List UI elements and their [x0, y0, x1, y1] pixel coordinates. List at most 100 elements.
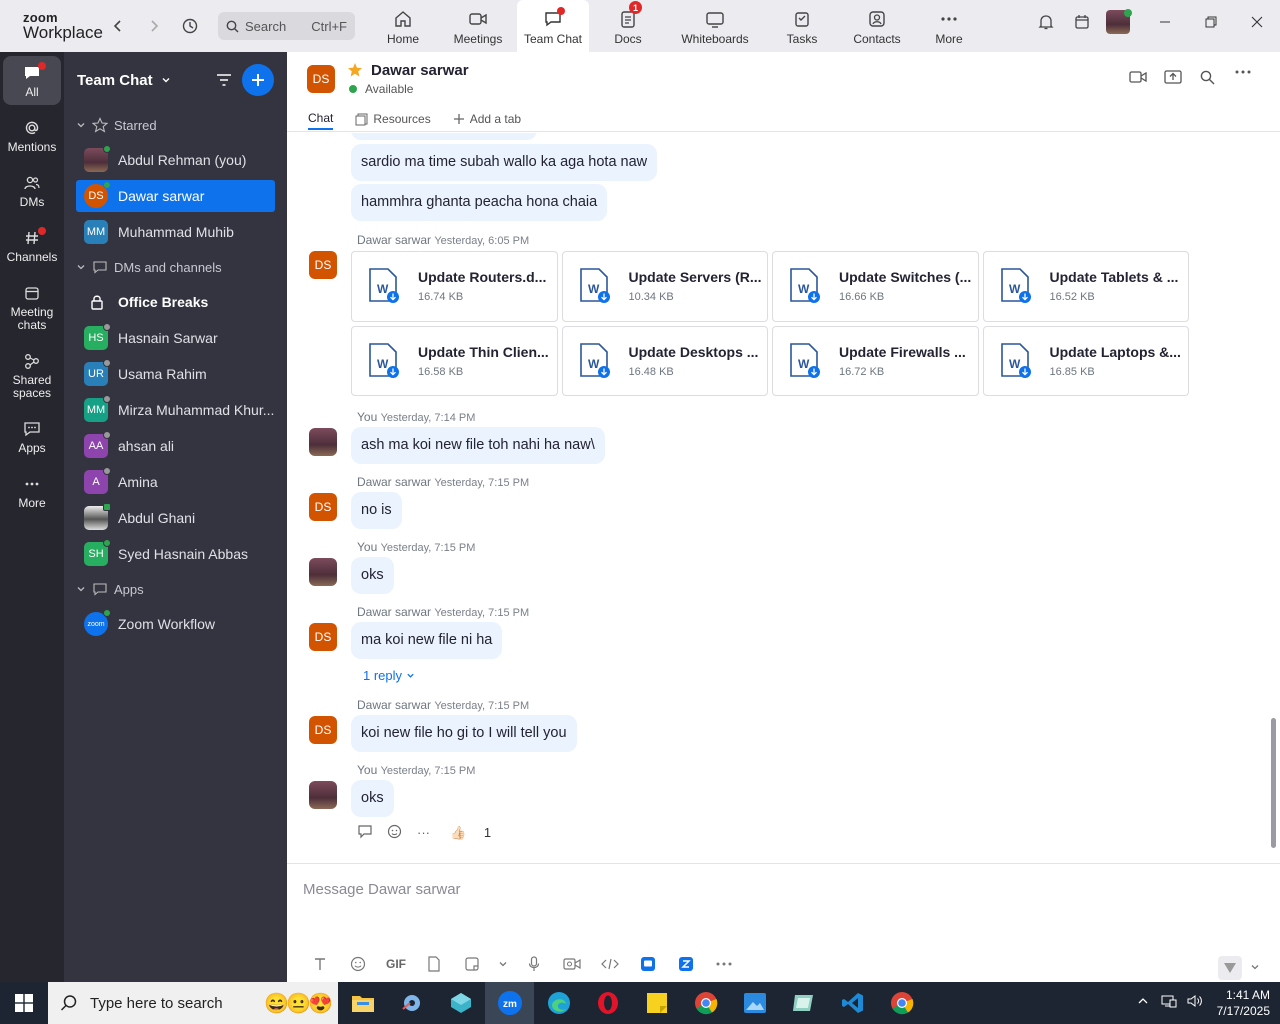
chevron-down-icon[interactable]: [161, 75, 171, 85]
file-card[interactable]: W Update Desktops ... 16.48 KB: [561, 325, 768, 396]
zoom-taskbar-icon[interactable]: zm: [485, 982, 534, 1024]
section-dms-channels[interactable]: DMs and channels: [64, 250, 287, 284]
send-icon[interactable]: [1218, 956, 1242, 980]
tab-resources[interactable]: Resources: [355, 108, 431, 130]
chat-avatar[interactable]: DS: [307, 65, 335, 93]
chrome-browser-icon[interactable]: [681, 982, 730, 1024]
file-card[interactable]: W Update Switches (... 16.66 KB: [772, 251, 979, 322]
sender-avatar[interactable]: DS: [309, 623, 337, 651]
rail-item-meeting-chats[interactable]: Meeting chats: [3, 276, 61, 338]
message-bubble[interactable]: hammhra ghanta peacha hona chaia: [351, 184, 608, 221]
add-reaction-icon[interactable]: [387, 823, 403, 842]
emoji-icon[interactable]: [339, 956, 377, 972]
contact-ahsan-ali[interactable]: AA ahsan ali: [64, 428, 287, 464]
contact-hasnain-sarwar[interactable]: HS Hasnain Sarwar: [64, 320, 287, 356]
tab-chat[interactable]: Chat: [308, 108, 334, 130]
contact-dawar-sarwar[interactable]: DS Dawar sarwar: [76, 180, 275, 212]
text-format-icon[interactable]: [301, 957, 339, 971]
opera-browser-icon[interactable]: [583, 982, 632, 1024]
message-bubble[interactable]: ash ma koi new file toh nahi ha naw\: [351, 427, 605, 464]
star-icon[interactable]: [347, 62, 363, 78]
sender-name[interactable]: You: [357, 540, 377, 554]
tab-contacts[interactable]: Contacts: [841, 0, 913, 52]
app-zoom-workflow[interactable]: zoom Zoom Workflow: [64, 606, 287, 642]
thread-reply-link[interactable]: 1 reply: [363, 668, 415, 683]
message-bubble[interactable]: oks: [351, 557, 394, 594]
message-scrollbar[interactable]: [1271, 718, 1276, 848]
channel-office-breaks[interactable]: Office Breaks: [64, 284, 287, 320]
sender-name[interactable]: Dawar sarwar: [357, 605, 431, 619]
sender-name[interactable]: Dawar sarwar: [357, 233, 431, 247]
file-card[interactable]: W Update Thin Clien... 16.58 KB: [351, 325, 558, 396]
search-icon[interactable]: [1190, 70, 1225, 86]
history-icon[interactable]: [172, 8, 208, 44]
sender-avatar[interactable]: [309, 428, 337, 456]
network-icon[interactable]: [1161, 994, 1177, 1013]
sender-name[interactable]: You: [357, 763, 377, 777]
sidebar-title[interactable]: Team Chat: [77, 72, 153, 89]
tab-team-chat[interactable]: Team Chat: [517, 0, 589, 52]
restore-icon[interactable]: [1188, 0, 1234, 44]
app-integration-icon[interactable]: [629, 956, 667, 972]
contact-syed-hasnain-abbas[interactable]: SH Syed Hasnain Abbas: [64, 536, 287, 572]
forward-arrow-icon[interactable]: [136, 8, 172, 44]
code-snippet-icon[interactable]: [591, 957, 629, 971]
section-starred[interactable]: Starred: [64, 108, 287, 142]
profile-avatar[interactable]: [1100, 4, 1136, 40]
sender-name[interactable]: Dawar sarwar: [357, 698, 431, 712]
filter-icon[interactable]: [216, 72, 232, 88]
reaction-chip[interactable]: 👍🏻 1: [450, 825, 505, 841]
back-arrow-icon[interactable]: [100, 8, 136, 44]
rail-item-channels[interactable]: Channels: [3, 221, 61, 270]
sender-name[interactable]: Dawar sarwar: [357, 475, 431, 489]
contact-amina[interactable]: A Amina: [64, 464, 287, 500]
more-actions-icon[interactable]: ···: [417, 825, 430, 840]
tab-meetings[interactable]: Meetings: [439, 0, 517, 52]
taskbar-clock[interactable]: 1:41 AM 7/17/2025: [1217, 987, 1270, 1019]
snipping-tool-icon[interactable]: [779, 982, 828, 1024]
share-screen-icon[interactable]: [1155, 70, 1190, 86]
reply-icon[interactable]: [357, 824, 373, 842]
bell-icon[interactable]: [1028, 4, 1064, 40]
file-card[interactable]: W Update Tablets & ... 16.52 KB: [982, 251, 1189, 322]
contact-abdul-rehman[interactable]: Abdul Rehman (you): [64, 142, 287, 178]
more-tools-icon[interactable]: [705, 962, 743, 966]
file-card[interactable]: W Update Firewalls ... 16.72 KB: [772, 325, 979, 396]
message-bubble[interactable]: ma koi new file ni ha: [351, 622, 503, 659]
chevron-up-icon[interactable]: [1137, 994, 1149, 1012]
chevron-down-icon[interactable]: [1250, 959, 1260, 977]
rail-item-apps[interactable]: Apps: [3, 412, 61, 461]
contact-usama-rahim[interactable]: UR Usama Rahim: [64, 356, 287, 392]
gif-icon[interactable]: GIF: [377, 957, 415, 971]
rail-item-dms[interactable]: DMs: [3, 166, 61, 215]
volume-icon[interactable]: [1187, 994, 1203, 1013]
add-tab-button[interactable]: Add a tab: [453, 108, 521, 130]
minimize-icon[interactable]: [1142, 0, 1188, 44]
file-explorer-icon[interactable]: [338, 982, 387, 1024]
windows-start-icon[interactable]: [0, 982, 48, 1024]
new-chat-button[interactable]: [242, 64, 274, 96]
message-bubble[interactable]: oks: [351, 780, 394, 817]
file-card[interactable]: W Update Routers.d... 16.74 KB: [351, 251, 558, 322]
sender-avatar[interactable]: [309, 781, 337, 809]
video-call-icon[interactable]: [1120, 70, 1155, 86]
sender-avatar[interactable]: DS: [309, 251, 337, 279]
message-bubble[interactable]: koi new file ho gi to I will tell you: [351, 715, 577, 752]
more-options-icon[interactable]: [1225, 70, 1260, 86]
rail-item-more[interactable]: More: [3, 467, 61, 516]
calendar-icon[interactable]: [1064, 4, 1100, 40]
tab-home[interactable]: Home: [367, 0, 439, 52]
contact-mirza-muhammad[interactable]: MM Mirza Muhammad Khur...: [64, 392, 287, 428]
tab-tasks[interactable]: Tasks: [763, 0, 841, 52]
tab-docs[interactable]: 1 Docs: [589, 0, 667, 52]
contact-muhammad-muhib[interactable]: MM Muhammad Muhib: [64, 214, 287, 250]
photos-app-icon[interactable]: [730, 982, 779, 1024]
video-message-icon[interactable]: [553, 957, 591, 971]
file-card[interactable]: W Update Servers (R... 10.34 KB: [561, 251, 768, 322]
zoom-app-icon[interactable]: [667, 956, 705, 972]
file-card[interactable]: W Update Laptops &... 16.85 KB: [982, 325, 1189, 396]
contact-abdul-ghani[interactable]: Abdul Ghani: [64, 500, 287, 536]
sender-avatar[interactable]: [309, 558, 337, 586]
message-bubble[interactable]: no is: [351, 492, 402, 529]
edge-browser-icon[interactable]: [534, 982, 583, 1024]
